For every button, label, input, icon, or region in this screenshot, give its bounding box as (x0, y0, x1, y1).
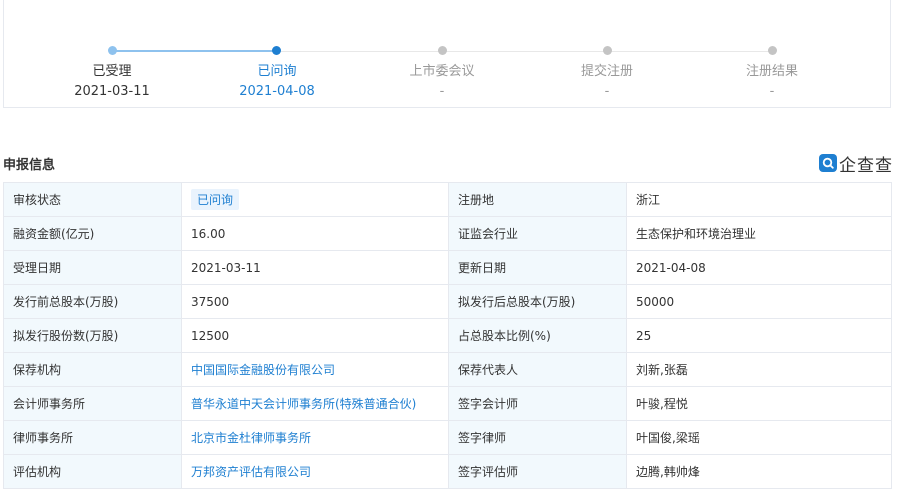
accept-date-key: 受理日期 (3, 250, 182, 285)
signing-appraiser-value: 边腾,韩帅烽 (626, 454, 892, 489)
csrc-industry-value: 生态保护和环境治理业 (626, 216, 892, 251)
accounting-firm-link[interactable]: 普华永道中天会计师事务所(特殊普通合伙) (181, 386, 449, 421)
review-status-key: 审核状态 (3, 182, 182, 217)
share-ratio-key: 占总股本比例(%) (448, 318, 627, 353)
signing-lawyer-key: 签字律师 (448, 420, 627, 455)
signing-lawyer-value: 叶国俊,梁瑶 (626, 420, 892, 455)
table-row: 评估机构 万邦资产评估有限公司 签字评估师 边腾,韩帅烽 (3, 454, 892, 489)
progress-panel: 已受理 2021-03-11 已问询 2021-04-08 上市委会议 - 提交… (3, 0, 891, 108)
step-date-accepted: 2021-03-11 (74, 84, 150, 99)
step-date-inquired: 2021-04-08 (239, 84, 315, 99)
review-status-value: 已问询 (181, 182, 449, 217)
accept-date-value: 2021-03-11 (181, 250, 449, 285)
registration-place-key: 注册地 (448, 182, 627, 217)
appraisal-firm-key: 评估机构 (3, 454, 182, 489)
table-row: 会计师事务所 普华永道中天会计师事务所(特殊普通合伙) 签字会计师 叶骏,程悦 (3, 386, 892, 421)
step-dot-inquired (272, 46, 281, 55)
section-title: 申报信息 (3, 158, 56, 173)
sponsor-rep-value: 刘新,张磊 (626, 352, 892, 387)
table-row: 受理日期 2021-03-11 更新日期 2021-04-08 (3, 250, 892, 285)
issue-shares-value: 12500 (181, 318, 449, 353)
csrc-industry-key: 证监会行业 (448, 216, 627, 251)
sponsor-rep-key: 保荐代表人 (448, 352, 627, 387)
post-issue-shares-key: 拟发行后总股本(万股) (448, 284, 627, 319)
progress-line-pending (280, 51, 774, 52)
status-badge: 已问询 (191, 189, 240, 210)
sponsor-link[interactable]: 中国国际金融股份有限公司 (181, 352, 449, 387)
qichacha-icon (819, 154, 837, 172)
share-ratio-value: 25 (626, 318, 892, 353)
post-issue-shares-value: 50000 (626, 284, 892, 319)
table-row: 融资金额(亿元) 16.00 证监会行业 生态保护和环境治理业 (3, 216, 892, 251)
appraisal-firm-link[interactable]: 万邦资产评估有限公司 (181, 454, 449, 489)
step-label-registration-result: 注册结果 (745, 64, 798, 79)
step-date-listing-committee: - (439, 84, 445, 99)
update-date-key: 更新日期 (448, 250, 627, 285)
financing-amount-key: 融资金额(亿元) (3, 216, 182, 251)
table-row: 发行前总股本(万股) 37500 拟发行后总股本(万股) 50000 (3, 284, 892, 319)
update-date-value: 2021-04-08 (626, 250, 892, 285)
signing-appraiser-key: 签字评估师 (448, 454, 627, 489)
filing-info-table: 审核状态 已问询 注册地 浙江 融资金额(亿元) 16.00 证监会行业 生态保… (3, 182, 892, 489)
pre-issue-shares-value: 37500 (181, 284, 449, 319)
accounting-firm-key: 会计师事务所 (3, 386, 182, 421)
step-date-submit-registration: - (604, 84, 610, 99)
step-label-accepted: 已受理 (92, 64, 132, 79)
step-dot-submit-registration (603, 46, 612, 55)
step-label-submit-registration: 提交注册 (580, 64, 633, 79)
table-row: 审核状态 已问询 注册地 浙江 (3, 182, 892, 217)
issue-shares-key: 拟发行股份数(万股) (3, 318, 182, 353)
progress-line-done (112, 50, 276, 52)
sponsor-key: 保荐机构 (3, 352, 182, 387)
law-firm-link[interactable]: 北京市金杜律师事务所 (181, 420, 449, 455)
law-firm-key: 律师事务所 (3, 420, 182, 455)
table-row: 律师事务所 北京市金杜律师事务所 签字律师 叶国俊,梁瑶 (3, 420, 892, 455)
qichacha-wordmark: 企查查 (839, 155, 893, 176)
table-row: 拟发行股份数(万股) 12500 占总股本比例(%) 25 (3, 318, 892, 353)
qichacha-logo[interactable]: 企查查 (819, 152, 893, 176)
financing-amount-value: 16.00 (181, 216, 449, 251)
pre-issue-shares-key: 发行前总股本(万股) (3, 284, 182, 319)
step-dot-accepted (108, 46, 117, 55)
step-dot-listing-committee (438, 46, 447, 55)
signing-accountant-key: 签字会计师 (448, 386, 627, 421)
table-row: 保荐机构 中国国际金融股份有限公司 保荐代表人 刘新,张磊 (3, 352, 892, 387)
step-date-registration-result: - (769, 84, 775, 99)
step-label-inquired: 已问询 (257, 64, 297, 79)
step-dot-registration-result (768, 46, 777, 55)
step-label-listing-committee: 上市委会议 (409, 64, 475, 79)
registration-place-value: 浙江 (626, 182, 892, 217)
signing-accountant-value: 叶骏,程悦 (626, 386, 892, 421)
